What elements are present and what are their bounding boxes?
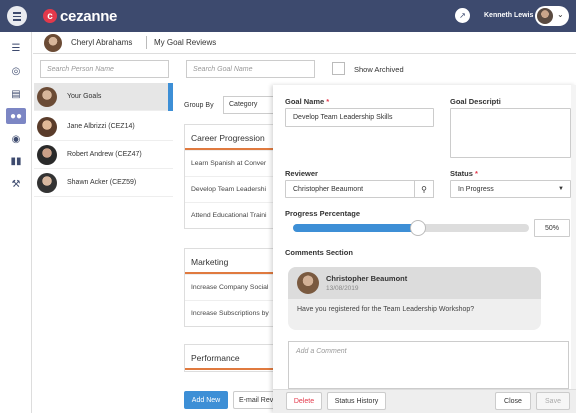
wrench-icon[interactable]: ⚒ — [6, 176, 26, 192]
divider — [146, 36, 147, 49]
comment-date: 13/08/2019 — [326, 285, 359, 292]
avatar — [37, 86, 57, 107]
comments-section-label: Comments Section — [285, 248, 353, 257]
goal-name-label: Goal Name * — [285, 97, 330, 106]
status-label: Status * — [450, 169, 478, 178]
close-button[interactable]: Close — [495, 392, 531, 410]
reviewer-field[interactable]: Christopher Beaumont — [285, 180, 415, 198]
comment-text: Have you registered for the Team Leaders… — [297, 306, 475, 313]
user-name: Kenneth Lewis — [484, 12, 534, 19]
comment-author: Christopher Beaumont — [326, 274, 408, 283]
left-sidebar: ☰ ◎ ▤ ●● ◉ ▮▮ ⚒ — [0, 32, 32, 413]
sub-header: Cheryl Abrahams My Goal Reviews — [33, 32, 576, 54]
calendar-icon[interactable]: ▤ — [6, 86, 26, 102]
group-by-label: Group By — [184, 102, 214, 109]
hamburger-icon[interactable] — [7, 6, 27, 26]
comment-card: Christopher Beaumont 13/08/2019 Have you… — [288, 267, 541, 330]
person-name: Robert Andrew (CEZ47) — [67, 151, 142, 158]
brand-name: cezanne — [60, 7, 118, 25]
avatar — [37, 116, 57, 137]
selection-indicator — [168, 83, 173, 111]
person-list-item[interactable]: Shawn Acker (CEZ59) — [34, 169, 173, 197]
category-card: Career Progression Learn Spanish at Conv… — [184, 124, 276, 229]
save-button[interactable]: Save — [536, 392, 570, 410]
goal-item[interactable]: Attend Educational Traini — [185, 202, 275, 228]
caret-down-icon: ▼ — [558, 186, 564, 192]
chart-icon[interactable]: ▮▮ — [6, 153, 26, 169]
goal-item[interactable]: Increase Subscriptions by — [185, 300, 275, 326]
goal-description-label: Goal Descripti — [450, 97, 501, 106]
person-list-item[interactable]: Your Goals — [34, 83, 173, 111]
group-by-select[interactable]: Category — [223, 96, 277, 114]
status-history-button[interactable]: Status History — [327, 392, 386, 410]
email-reviews-button[interactable]: E-mail Revi — [233, 391, 275, 409]
delete-button[interactable]: Delete — [286, 392, 322, 410]
add-comment-input[interactable]: Add a Comment — [288, 341, 569, 389]
scrollbar[interactable] — [571, 85, 576, 389]
avatar — [37, 144, 57, 165]
current-person-name: Cheryl Abrahams — [71, 38, 133, 47]
comment-header: Christopher Beaumont 13/08/2019 — [288, 267, 541, 299]
category-title: Performance — [185, 345, 275, 370]
person-name: Your Goals — [67, 93, 102, 100]
person-list-item[interactable]: Jane Albrizzi (CEZ14) — [34, 113, 173, 141]
chat-icon[interactable]: ◉ — [6, 131, 26, 147]
avatar — [37, 172, 57, 193]
chevron-down-icon: ⌄ — [557, 10, 564, 19]
search-goal-input[interactable]: Search Goal Name — [186, 60, 315, 78]
app-logo[interactable]: c cezanne — [43, 7, 117, 25]
goal-item[interactable]: Learn Spanish at Conver — [185, 150, 275, 176]
logo-mark-icon: c — [43, 9, 57, 23]
goal-name-field[interactable]: Develop Team Leadership Skills — [285, 108, 434, 127]
reviewer-label: Reviewer — [285, 169, 318, 178]
goal-description-field[interactable] — [450, 108, 571, 158]
progress-slider-fill — [293, 224, 411, 232]
goal-item[interactable]: Develop Team Leadershi — [185, 176, 275, 202]
top-bar: c cezanne ↗ Kenneth Lewis ⌄ — [0, 0, 576, 32]
category-title: Marketing — [185, 249, 275, 274]
show-archived-label: Show Archived — [354, 65, 404, 74]
person-name: Shawn Acker (CEZ59) — [67, 179, 137, 186]
category-card: Marketing Increase Company Social Increa… — [184, 248, 276, 327]
progress-slider-handle[interactable] — [410, 220, 426, 236]
user-menu[interactable]: ⌄ — [535, 6, 569, 26]
progress-label: Progress Percentage — [285, 209, 361, 218]
avatar — [537, 8, 553, 24]
add-new-button[interactable]: Add New — [184, 391, 228, 409]
list-icon[interactable]: ☰ — [6, 40, 26, 56]
search-icon[interactable]: ⚲ — [414, 180, 434, 198]
category-card: Performance — [184, 344, 276, 372]
category-title: Career Progression — [185, 125, 275, 150]
person-list-item[interactable]: Robert Andrew (CEZ47) — [34, 141, 173, 169]
person-name: Jane Albrizzi (CEZ14) — [67, 123, 135, 130]
external-link-icon[interactable]: ↗ — [455, 8, 470, 23]
avatar — [297, 272, 319, 294]
search-person-input[interactable]: Search Person Name — [40, 60, 169, 78]
avatar — [44, 34, 62, 52]
goal-item[interactable]: Increase Company Social — [185, 274, 275, 300]
status-value: In Progress — [458, 185, 494, 193]
progress-value-field[interactable]: 50% — [534, 219, 570, 237]
page-title: My Goal Reviews — [154, 38, 217, 47]
people-icon[interactable]: ●● — [6, 108, 26, 124]
target-icon[interactable]: ◎ — [6, 63, 26, 79]
show-archived-checkbox[interactable] — [332, 62, 345, 75]
status-select[interactable]: In Progress ▼ — [450, 180, 571, 198]
